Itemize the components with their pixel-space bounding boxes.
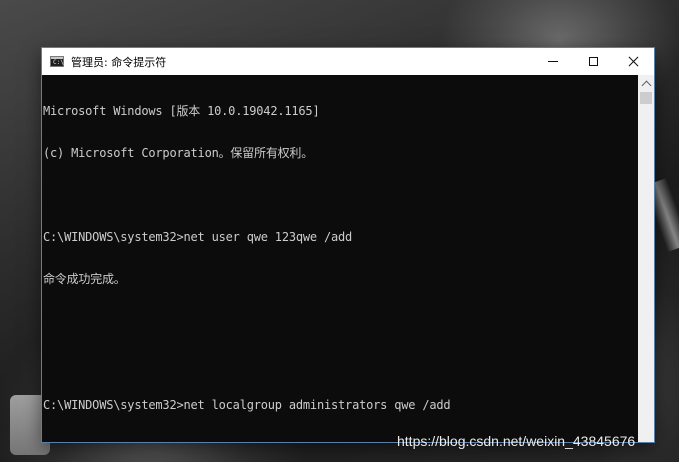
maximize-icon: [588, 57, 598, 66]
close-button[interactable]: [613, 48, 653, 75]
desktop-background: C:\ 管理员: 命令提示符 Microsoft Windows [版本 10.…: [0, 0, 679, 462]
watermark-url: https://blog.csdn.net/weixin_43845676: [397, 433, 636, 449]
console-line-current-command[interactable]: C:\WINDOWS\system32>net localgroup admin…: [43, 398, 638, 412]
scrollbar-thumb[interactable]: [640, 92, 652, 104]
cmd-icon[interactable]: C:\: [50, 56, 64, 67]
console-output[interactable]: Microsoft Windows [版本 10.0.19042.1165] (…: [42, 75, 638, 442]
console-line-version: Microsoft Windows [版本 10.0.19042.1165]: [43, 104, 320, 118]
close-icon: [628, 56, 639, 67]
minimize-button[interactable]: [533, 48, 573, 75]
maximize-button[interactable]: [573, 48, 613, 75]
command-prompt-window[interactable]: C:\ 管理员: 命令提示符 Microsoft Windows [版本 10.…: [42, 48, 654, 442]
title-bar[interactable]: C:\ 管理员: 命令提示符: [42, 48, 654, 75]
minimize-icon: [548, 61, 558, 62]
console-line-command-user-add: C:\WINDOWS\system32>net user qwe 123qwe …: [43, 230, 353, 244]
console-line-success-message: 命令成功完成。: [43, 272, 126, 286]
window-title: 管理员: 命令提示符: [71, 55, 167, 69]
scroll-up-arrow-icon[interactable]: [638, 75, 654, 91]
console-line-copyright: (c) Microsoft Corporation。保留所有权利。: [43, 146, 314, 160]
cmd-icon-glyph: C:\: [53, 59, 64, 66]
vertical-scrollbar[interactable]: [638, 75, 654, 442]
